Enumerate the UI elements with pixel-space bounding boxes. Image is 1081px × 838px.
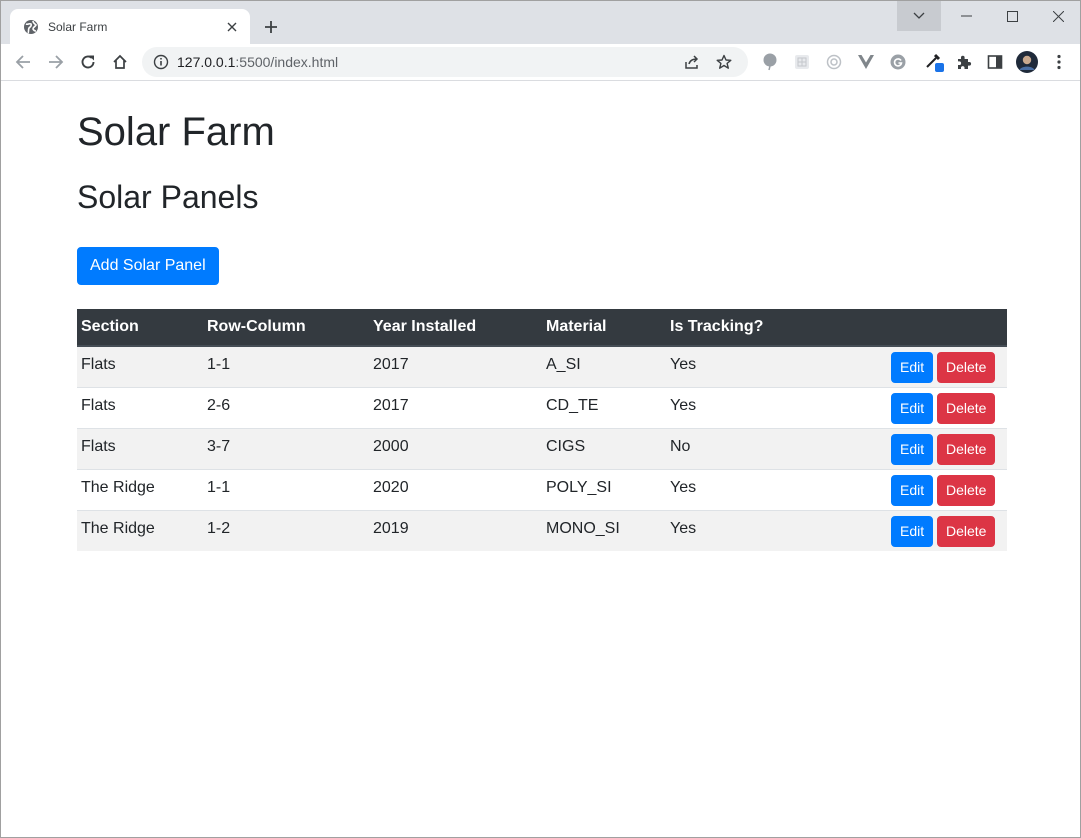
- cell-material: A_SI: [542, 345, 666, 387]
- cell-material: CD_TE: [542, 386, 666, 428]
- browser-toolbar: 127.0.0.1:5500/index.html: [1, 44, 1080, 81]
- cell-material: POLY_SI: [542, 468, 666, 510]
- cell-section: Flats: [77, 427, 203, 469]
- column-header-material: Material: [542, 309, 666, 347]
- edit-button[interactable]: Edit: [891, 352, 933, 383]
- url-path: :5500/index.html: [235, 54, 339, 70]
- table-header: Section Row-Column Year Installed Materi…: [77, 309, 1007, 347]
- cell-material: CIGS: [542, 427, 666, 469]
- column-header-tracking: Is Tracking?: [666, 309, 846, 347]
- cell-actions: Edit Delete: [846, 427, 1007, 469]
- table-row: Flats 3-7 2000 CIGS No Edit Delete: [77, 427, 1007, 469]
- reload-icon[interactable]: [74, 48, 102, 76]
- edit-button[interactable]: Edit: [891, 392, 933, 424]
- url-text: 127.0.0.1:5500/index.html: [177, 54, 678, 70]
- url-host: 127.0.0.1: [177, 54, 236, 70]
- cell-row-column: 3-7: [203, 427, 369, 469]
- column-header-actions: [846, 309, 1007, 347]
- window-close-icon[interactable]: [1035, 1, 1080, 31]
- cell-year: 2019: [369, 509, 542, 551]
- table-row: The Ridge 1-1 2020 POLY_SI Yes Edit Delet…: [77, 468, 1007, 510]
- forward-arrow-icon[interactable]: [42, 48, 70, 76]
- section-title: Solar Panels: [77, 179, 259, 215]
- address-bar[interactable]: 127.0.0.1:5500/index.html: [142, 47, 748, 77]
- browser-tab[interactable]: Solar Farm: [10, 9, 250, 44]
- cell-tracking: No: [666, 427, 846, 469]
- cell-row-column: 1-1: [203, 468, 369, 510]
- cell-section: The Ridge: [77, 468, 203, 510]
- delete-button[interactable]: Delete: [937, 474, 995, 506]
- extension-vue-icon[interactable]: [853, 49, 879, 75]
- cell-tracking: Yes: [666, 509, 846, 551]
- home-icon[interactable]: [106, 48, 134, 76]
- cell-year: 2017: [369, 386, 542, 428]
- cell-row-column: 2-6: [203, 386, 369, 428]
- cell-section: Flats: [77, 345, 203, 387]
- table-row: The Ridge 1-2 2019 MONO_SI Yes Edit Delet…: [77, 509, 1007, 551]
- share-icon[interactable]: [678, 48, 706, 76]
- page-title: Solar Farm: [77, 110, 275, 154]
- extension-balloon-icon[interactable]: [757, 49, 783, 75]
- cell-row-column: 1-1: [203, 345, 369, 387]
- chevron-down-icon[interactable]: [897, 1, 941, 31]
- column-header-section: Section: [77, 309, 203, 347]
- extension-target-icon[interactable]: [821, 49, 847, 75]
- table-row: Flats 2-6 2017 CD_TE Yes Edit Delete: [77, 386, 1007, 428]
- cell-year: 2017: [369, 345, 542, 387]
- edit-button[interactable]: Edit: [891, 515, 933, 547]
- plus-icon[interactable]: [258, 14, 284, 40]
- table-row: Flats 1-1 2017 A_SI Yes Edit Delete: [77, 345, 1007, 387]
- delete-button[interactable]: Delete: [937, 515, 995, 547]
- cell-section: Flats: [77, 386, 203, 428]
- cell-tracking: Yes: [666, 468, 846, 510]
- column-header-row-column: Row-Column: [203, 309, 369, 347]
- delete-button[interactable]: Delete: [937, 352, 995, 383]
- tab-strip: Solar Farm: [1, 1, 1080, 44]
- info-icon[interactable]: [152, 53, 170, 71]
- cell-actions: Edit Delete: [846, 386, 1007, 428]
- table-body: Flats 1-1 2017 A_SI Yes Edit Delete Flats…: [77, 345, 1007, 551]
- browser-window: Solar Farm 127.0.0.1:5500/index.html Sol…: [0, 0, 1081, 838]
- close-icon[interactable]: [224, 19, 240, 35]
- cell-actions: Edit Delete: [846, 345, 1007, 387]
- sidebar-icon[interactable]: [982, 49, 1008, 75]
- add-solar-panel-button[interactable]: Add Solar Panel: [77, 247, 219, 285]
- cell-tracking: Yes: [666, 345, 846, 387]
- delete-button[interactable]: Delete: [937, 392, 995, 424]
- minimize-icon[interactable]: [943, 1, 989, 31]
- cell-tracking: Yes: [666, 386, 846, 428]
- column-header-year: Year Installed: [369, 309, 542, 347]
- extension-google-icon[interactable]: [885, 49, 911, 75]
- delete-button[interactable]: Delete: [937, 433, 995, 465]
- kebab-menu-icon[interactable]: [1046, 49, 1072, 75]
- edit-button[interactable]: Edit: [891, 433, 933, 465]
- cell-actions: Edit Delete: [846, 468, 1007, 510]
- cell-year: 2000: [369, 427, 542, 469]
- globe-icon: [23, 19, 39, 35]
- extension-eyedropper-icon[interactable]: [921, 49, 947, 75]
- cell-year: 2020: [369, 468, 542, 510]
- extension-grid-icon[interactable]: [789, 49, 815, 75]
- cell-material: MONO_SI: [542, 509, 666, 551]
- solar-panels-table: Section Row-Column Year Installed Materi…: [77, 309, 1007, 551]
- star-icon[interactable]: [710, 48, 738, 76]
- tab-title: Solar Farm: [48, 19, 108, 34]
- back-arrow-icon[interactable]: [9, 48, 37, 76]
- cell-section: The Ridge: [77, 509, 203, 551]
- puzzle-icon[interactable]: [951, 49, 977, 75]
- maximize-icon[interactable]: [989, 1, 1035, 31]
- page-content: Solar Farm Solar Panels Add Solar Panel …: [1, 82, 1080, 837]
- edit-button[interactable]: Edit: [891, 474, 933, 506]
- avatar[interactable]: [1014, 49, 1040, 75]
- cell-actions: Edit Delete: [846, 509, 1007, 551]
- cell-row-column: 1-2: [203, 509, 369, 551]
